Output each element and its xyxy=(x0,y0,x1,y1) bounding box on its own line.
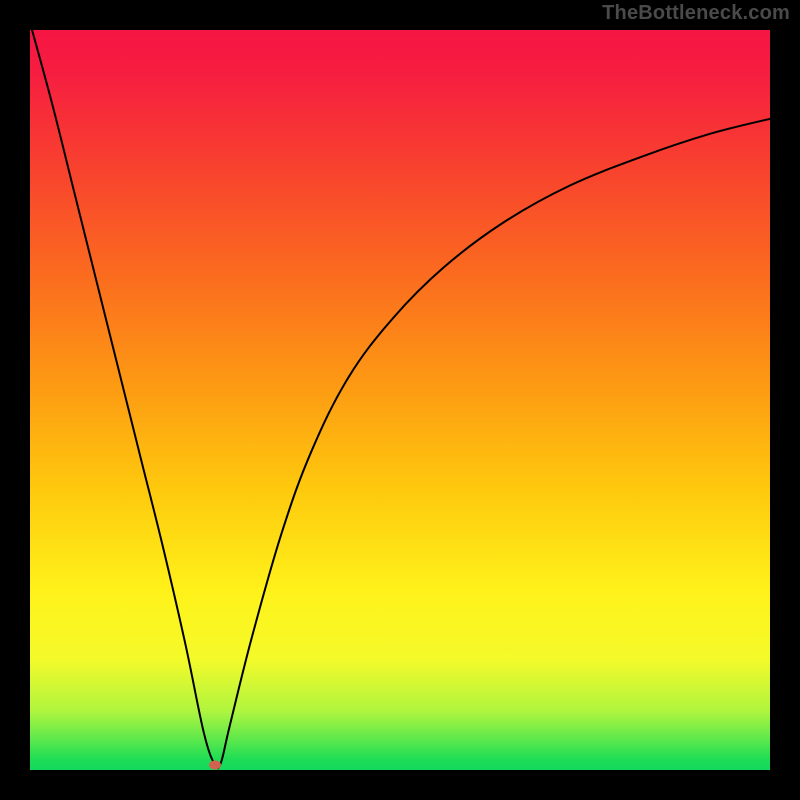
chart-frame: TheBottleneck.com xyxy=(0,0,800,800)
minimum-marker xyxy=(209,760,221,769)
curve-layer xyxy=(30,30,770,770)
watermark-text: TheBottleneck.com xyxy=(602,2,790,25)
plot-area xyxy=(30,30,770,770)
bottleneck-curve xyxy=(30,30,770,768)
